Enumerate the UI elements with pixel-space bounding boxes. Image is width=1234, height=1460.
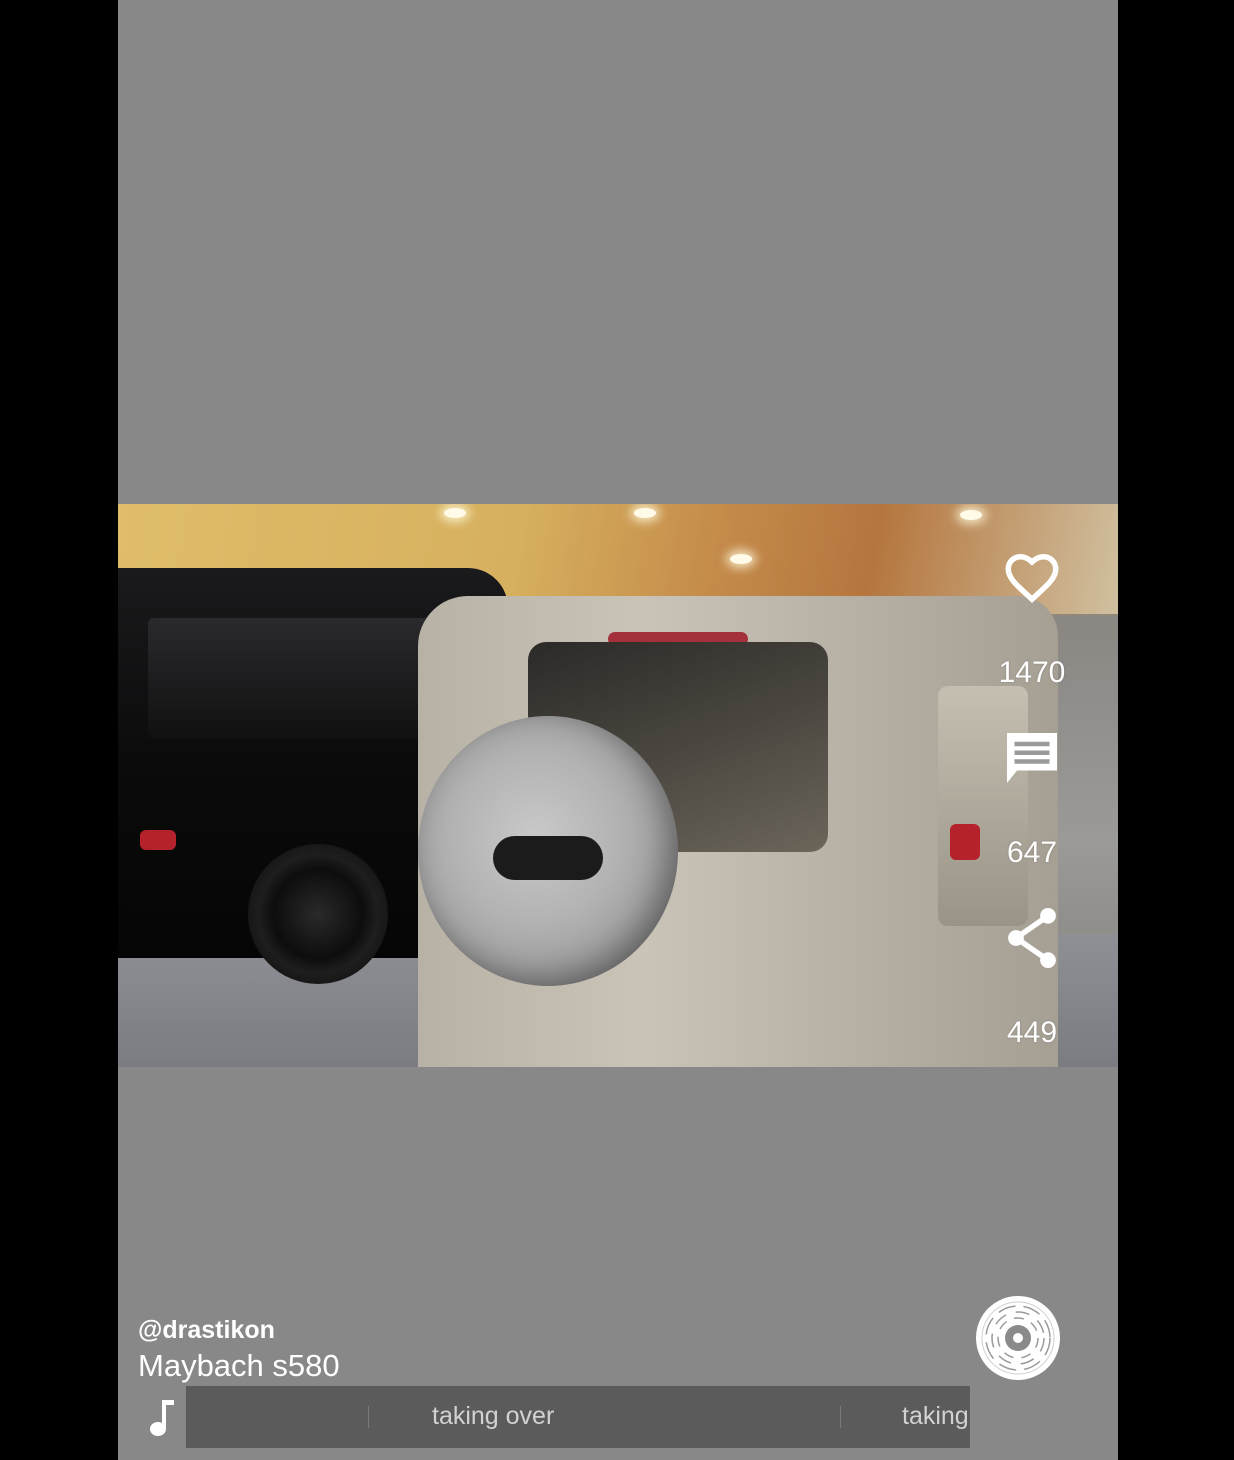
- post-username[interactable]: @drastikon: [138, 1316, 275, 1345]
- music-track-marquee[interactable]: taking over taking over: [186, 1386, 970, 1448]
- video-black-wheel: [248, 844, 388, 984]
- video-frame[interactable]: [118, 504, 1118, 1067]
- music-note-icon: [146, 1398, 176, 1443]
- marquee-separator: [368, 1406, 369, 1428]
- video-tail-light: [140, 830, 176, 850]
- comment-count: 647: [1006, 836, 1058, 869]
- video-spare-badge: [493, 836, 603, 880]
- video-spare-wheel: [418, 716, 678, 986]
- video-side-window: [938, 686, 1028, 926]
- video-light: [634, 508, 656, 518]
- video-player[interactable]: 1470 647 449 @drastikon Maybach s580 tak…: [118, 0, 1118, 1460]
- share-icon: [1008, 907, 1056, 969]
- post-caption: Maybach s580: [138, 1348, 340, 1383]
- comment-button[interactable]: [1002, 728, 1062, 788]
- video-light: [960, 510, 982, 520]
- heart-icon: [1005, 553, 1059, 604]
- comment-icon: [1007, 733, 1057, 783]
- video-light: [730, 554, 752, 564]
- music-disc-icon: [981, 1301, 1055, 1375]
- music-disc-button[interactable]: [976, 1296, 1060, 1380]
- like-count: 1470: [998, 656, 1066, 689]
- like-button[interactable]: [1002, 548, 1062, 608]
- music-track-name-repeat: taking over: [902, 1402, 970, 1430]
- share-count: 449: [1006, 1016, 1058, 1049]
- music-track-name: taking over: [432, 1402, 555, 1430]
- share-button[interactable]: [1002, 906, 1062, 970]
- marquee-separator: [840, 1406, 841, 1428]
- video-light: [444, 508, 466, 518]
